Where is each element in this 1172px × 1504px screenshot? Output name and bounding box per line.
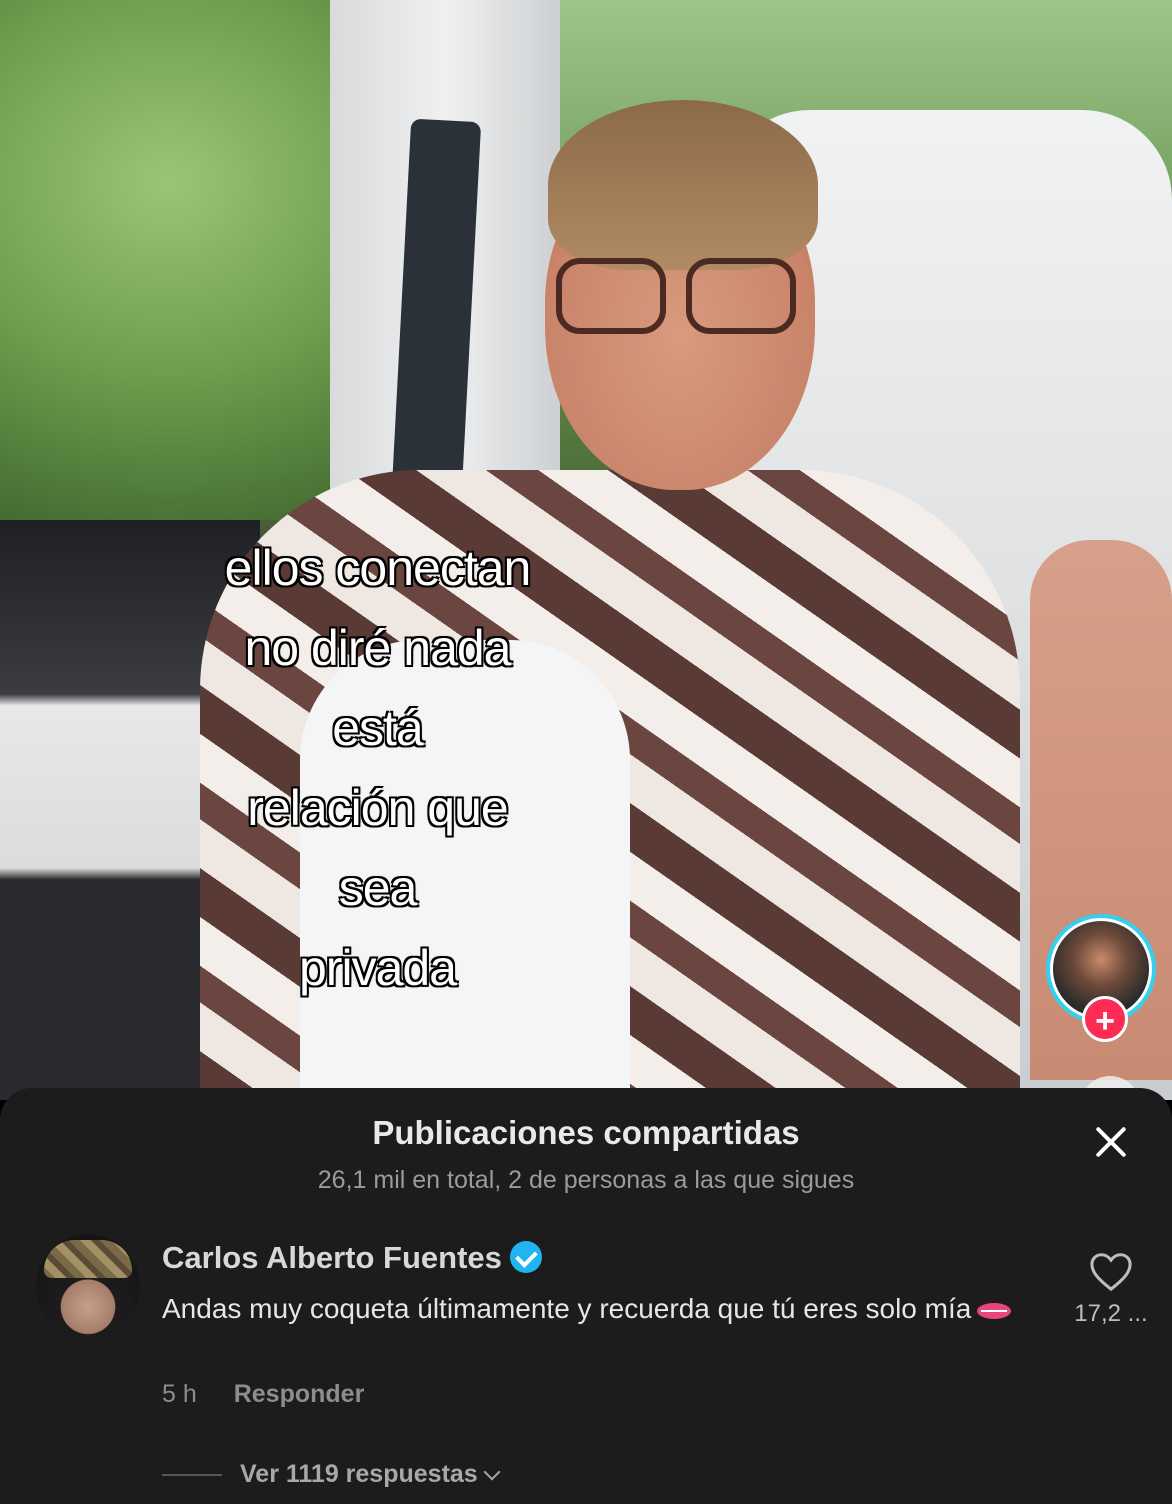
video-caption: ellos conectan no diré nada está relació… bbox=[180, 528, 575, 1008]
lips-emoji-icon bbox=[977, 1302, 1012, 1319]
verified-badge-icon bbox=[509, 1241, 542, 1273]
close-icon[interactable] bbox=[1088, 1120, 1134, 1166]
caption-line: ellos conectan bbox=[224, 540, 532, 596]
sheet-title: Publicaciones compartidas bbox=[372, 1114, 800, 1151]
caption-line: relación que bbox=[247, 780, 508, 836]
comment-body: Andas muy coqueta últimamente y recuerda… bbox=[162, 1293, 972, 1324]
chevron-down-icon bbox=[483, 1463, 501, 1481]
video-frame[interactable]: ellos conectan no diré nada está relació… bbox=[0, 0, 1172, 1100]
comment-author-avatar[interactable] bbox=[36, 1234, 140, 1338]
heart-icon[interactable] bbox=[1088, 1250, 1134, 1292]
replies-divider bbox=[162, 1474, 222, 1477]
comment-author[interactable]: Carlos Alberto Fuentes bbox=[162, 1240, 542, 1276]
avatar-cap bbox=[44, 1240, 132, 1278]
view-replies-label[interactable]: Ver 1119 respuestas bbox=[240, 1460, 478, 1488]
caption-line: no diré nada bbox=[244, 620, 511, 676]
sheet-subtitle: 26,1 mil en total, 2 de personas a las q… bbox=[317, 1166, 855, 1194]
reply-button[interactable]: Responder bbox=[234, 1380, 365, 1408]
like-count: 17,2 ... bbox=[1074, 1300, 1148, 1327]
comment-meta: 5 h Responder bbox=[162, 1380, 364, 1409]
caption-line: sea bbox=[338, 860, 418, 916]
view-replies-button[interactable]: Ver 1119 respuestas bbox=[162, 1460, 501, 1489]
caption-line: privada bbox=[299, 940, 457, 996]
person-hair bbox=[548, 100, 818, 270]
caption-line: está bbox=[332, 700, 424, 756]
comment-author-name[interactable]: Carlos Alberto Fuentes bbox=[162, 1240, 502, 1275]
follow-plus-icon[interactable]: + bbox=[1082, 996, 1128, 1042]
comment-text: Andas muy coqueta últimamente y recuerda… bbox=[162, 1288, 1022, 1329]
glasses bbox=[556, 258, 806, 336]
comment-time: 5 h bbox=[162, 1380, 197, 1408]
